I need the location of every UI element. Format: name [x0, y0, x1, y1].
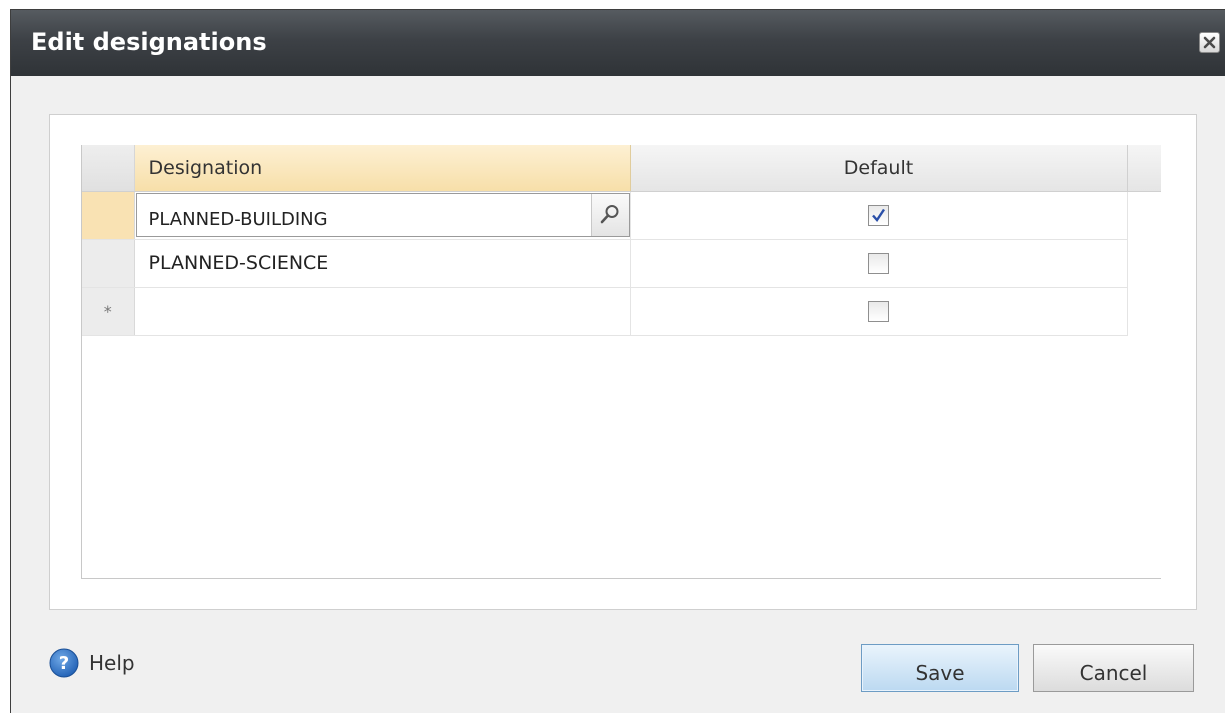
default-checkbox[interactable]: [868, 301, 889, 322]
column-header-designation[interactable]: Designation: [134, 145, 631, 192]
column-header-filler: [1127, 145, 1161, 192]
designations-grid: Designation Default PLANNED-BUILDING PLA…: [81, 145, 1161, 579]
default-checkbox[interactable]: [868, 253, 889, 274]
row-selector[interactable]: [82, 191, 135, 240]
designation-cell[interactable]: [134, 287, 631, 336]
dialog-title: Edit designations: [31, 28, 267, 56]
cancel-button[interactable]: Cancel: [1033, 644, 1194, 692]
default-cell[interactable]: [630, 287, 1128, 336]
close-icon: [1203, 36, 1216, 49]
table-row[interactable]: [82, 191, 1161, 240]
help-link[interactable]: ? Help: [49, 648, 135, 678]
designation-search-button[interactable]: [590, 194, 629, 236]
help-icon: ?: [49, 648, 79, 678]
close-button[interactable]: [1199, 32, 1220, 53]
default-checkbox[interactable]: [868, 205, 889, 226]
new-row[interactable]: *: [82, 287, 1161, 336]
designation-search-field[interactable]: [135, 193, 630, 237]
row-selector[interactable]: [82, 239, 135, 288]
grid-header-row: Designation Default: [82, 145, 1161, 192]
default-cell[interactable]: [630, 239, 1128, 288]
save-button[interactable]: Save: [861, 644, 1019, 692]
help-label[interactable]: Help: [89, 651, 135, 675]
designation-cell[interactable]: PLANNED-SCIENCE: [134, 239, 631, 288]
checkmark-icon: [872, 208, 885, 222]
dialog-titlebar: Edit designations: [11, 10, 1225, 76]
designation-input[interactable]: [136, 194, 593, 236]
column-header-default[interactable]: Default: [630, 145, 1128, 192]
edit-designations-dialog: Edit designations Designation Default PL…: [10, 9, 1225, 713]
svg-text:?: ?: [59, 653, 69, 674]
default-cell[interactable]: [630, 191, 1128, 240]
new-row-marker[interactable]: *: [82, 287, 135, 336]
designation-cell[interactable]: [134, 191, 631, 240]
table-row[interactable]: PLANNED-SCIENCE: [82, 239, 1161, 288]
row-header-corner: [82, 145, 135, 192]
designations-panel: Designation Default PLANNED-BUILDING PLA…: [49, 114, 1197, 610]
search-icon: [600, 205, 619, 224]
